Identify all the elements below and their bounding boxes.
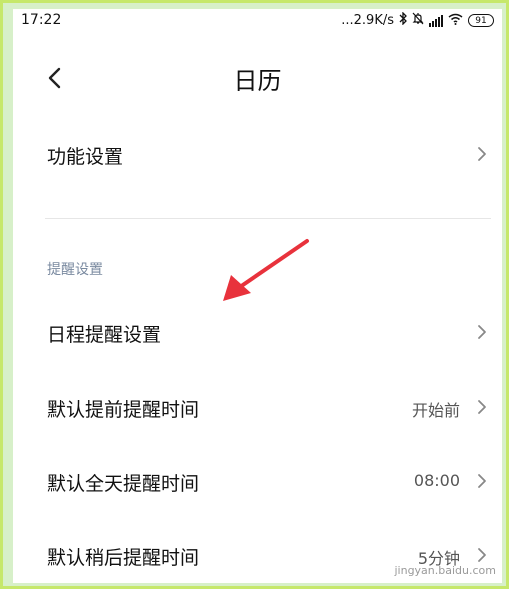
page-title: 日历 [233,67,282,95]
function-settings-row[interactable]: 功能设置 [13,134,502,174]
signal-icon [429,14,443,27]
default-allday-label: 默认全天提醒时间 [47,473,200,495]
schedule-reminder-label: 日程提醒设置 [47,324,162,346]
chevron-right-icon [478,474,486,488]
annotation-arrow [223,239,309,301]
watermark: jingyan.baidu.com [394,564,496,577]
chevron-right-icon [478,325,486,339]
status-bar: 17:22 ...2.9K/s 91 [13,9,502,33]
default-allday-value: 08:00 [413,471,460,490]
wifi-icon [448,13,463,29]
default-advance-label: 默认提前提醒时间 [47,399,200,421]
screenshot-frame: 17:22 ...2.9K/s 91 日历 功能设置 提醒设置 日程提醒设置 默… [0,0,509,589]
default-allday-row[interactable]: 默认全天提醒时间 08:00 [13,461,502,501]
default-advance-value: 开始前 [411,401,460,420]
chevron-right-icon [478,400,486,414]
function-settings-label: 功能设置 [47,146,124,168]
chevron-right-icon [478,548,486,562]
phone-screen: 17:22 ...2.9K/s 91 日历 功能设置 提醒设置 日程提醒设置 默… [13,9,502,583]
bluetooth-icon [399,11,407,29]
status-right: ...2.9K/s 91 [341,11,494,29]
status-time: 17:22 [21,12,62,28]
default-snooze-label: 默认稍后提醒时间 [47,547,200,569]
default-advance-row[interactable]: 默认提前提醒时间 开始前 [13,387,502,427]
battery-icon: 91 [468,14,494,27]
schedule-reminder-row[interactable]: 日程提醒设置 [13,312,502,352]
silent-icon [412,12,424,29]
section-title-reminder: 提醒设置 [47,262,103,278]
network-speed: ...2.9K/s [341,13,394,28]
chevron-right-icon [478,147,486,161]
section-divider [45,218,491,219]
